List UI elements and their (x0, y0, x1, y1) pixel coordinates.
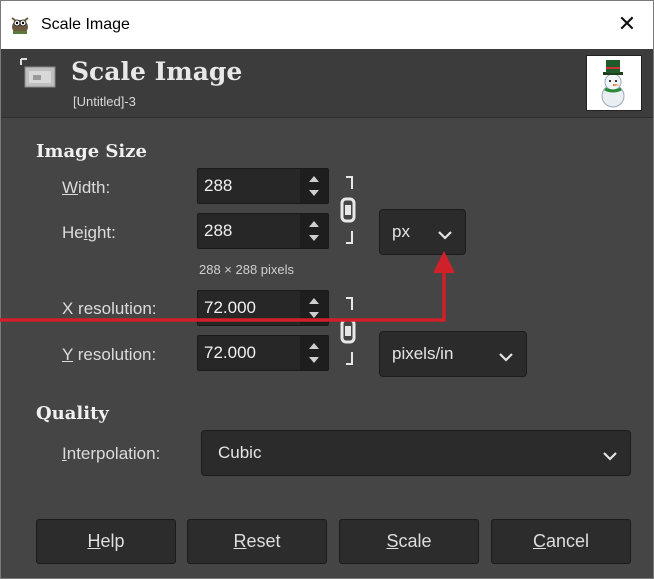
image-name: [Untitled]-3 (73, 94, 136, 109)
title-bar: Scale Image ✕ (1, 1, 653, 49)
window-title: Scale Image (41, 16, 130, 33)
chevron-down-icon[interactable] (437, 226, 453, 245)
quality-section-title: Quality (36, 403, 109, 424)
cancel-button[interactable]: Cancel (491, 519, 631, 564)
resolution-unit-dropdown[interactable]: pixels/in (379, 331, 527, 377)
dialog-header: Scale Image [Untitled]-3 (1, 49, 653, 118)
pixel-dimensions-note: 288 × 288 pixels (199, 262, 295, 277)
x-resolution-value[interactable]: 72.000 (204, 298, 256, 318)
interpolation-value[interactable]: Cubic (218, 443, 261, 463)
interpolation-dropdown[interactable]: Cubic (201, 430, 631, 476)
width-label: Width: (62, 178, 111, 197)
height-label: Height: (62, 223, 116, 242)
header-title: Scale Image (71, 57, 243, 86)
chevron-down-icon[interactable] (498, 348, 514, 367)
x-resolution-spinbutton[interactable]: 72.000 (197, 290, 329, 326)
reset-button[interactable]: Reset (187, 519, 327, 564)
chevron-down-icon[interactable] (602, 447, 618, 466)
image-size-section-title: Image Size (36, 141, 147, 162)
chain-link-icon[interactable] (336, 173, 360, 251)
close-icon[interactable]: ✕ (609, 9, 645, 41)
scale-image-dialog: Scale Image ✕ Scale Image [Untitled]-3 I… (0, 0, 654, 579)
y-resolution-value[interactable]: 72.000 (204, 343, 256, 363)
height-value[interactable]: 288 (204, 221, 232, 241)
spin-arrows-icon[interactable] (300, 169, 328, 203)
spin-arrows-icon[interactable] (300, 336, 328, 370)
interpolation-label: Interpolation: (62, 444, 161, 463)
resolution-unit-value[interactable]: pixels/in (392, 344, 453, 364)
scale-image-icon (19, 57, 61, 91)
width-value[interactable]: 288 (204, 176, 232, 196)
snowman-thumbnail (586, 55, 642, 111)
y-resolution-spinbutton[interactable]: 72.000 (197, 335, 329, 371)
scale-button[interactable]: Scale (339, 519, 479, 564)
spin-arrows-icon[interactable] (300, 214, 328, 248)
size-unit-dropdown[interactable]: px (379, 209, 466, 255)
size-unit-value[interactable]: px (392, 222, 410, 242)
width-spinbutton[interactable]: 288 (197, 168, 329, 204)
height-spinbutton[interactable]: 288 (197, 213, 329, 249)
help-button[interactable]: Help (36, 519, 176, 564)
y-resolution-label: Y resolution: (62, 345, 157, 364)
gimp-wilber-icon (9, 14, 31, 36)
x-resolution-label: X resolution: (62, 299, 157, 318)
chain-link-icon[interactable] (336, 294, 360, 372)
spin-arrows-icon[interactable] (300, 291, 328, 325)
